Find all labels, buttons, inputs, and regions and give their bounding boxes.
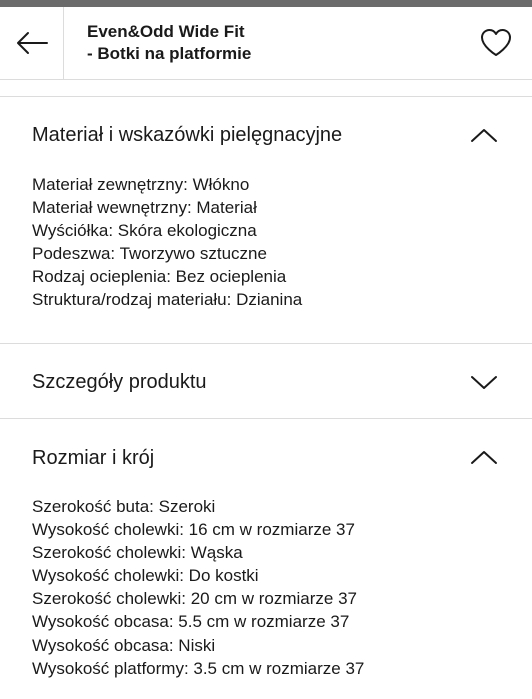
app-header: Even&Odd Wide Fit - Botki na platformie xyxy=(0,7,532,80)
heart-outline-icon xyxy=(481,29,511,56)
list-item: Struktura/rodzaj materiału: Dzianina xyxy=(32,290,303,310)
product-title-line2: - Botki na platformie xyxy=(87,44,252,63)
list-item: Podeszwa: Tworzywo sztuczne xyxy=(32,244,267,264)
favorite-button[interactable] xyxy=(474,21,518,65)
list-item: Wyściółka: Skóra ekologiczna xyxy=(32,221,257,241)
list-item: Wysokość cholewki: 16 cm w rozmiarze 37 xyxy=(32,520,355,540)
list-item: Wysokość obcasa: 5.5 cm w rozmiarze 37 xyxy=(32,612,350,632)
list-item: Wysokość platformy: 3.5 cm w rozmiarze 3… xyxy=(32,658,365,678)
list-item: Materiał zewnętrzny: Włókno xyxy=(32,175,250,194)
list-item: Wysokość obcasa: Niski xyxy=(32,635,216,655)
list-item: Materiał wewnętrzny: Materiał xyxy=(32,198,257,218)
product-title: Even&Odd Wide Fit - Botki na platformie xyxy=(87,21,447,65)
size-fit-details-list: Szerokość buta: Szeroki Wysokość cholewk… xyxy=(32,495,522,680)
list-item: Szerokość cholewki: Wąska xyxy=(32,543,243,563)
section-header-product-details[interactable]: Szczegóły produktu xyxy=(0,344,532,418)
section-header-material[interactable]: Materiał i wskazówki pielęgnacyjne xyxy=(0,97,532,171)
back-button[interactable] xyxy=(0,7,64,79)
section-title-material: Materiał i wskazówki pielęgnacyjne xyxy=(32,124,343,146)
chevron-down-icon[interactable] xyxy=(468,370,500,394)
arrow-left-icon xyxy=(16,32,48,54)
list-item: Szerokość buta: Szeroki xyxy=(32,497,216,516)
material-details-list: Materiał zewnętrzny: Włókno Materiał wew… xyxy=(32,173,522,312)
list-item: Wysokość cholewki: Do kostki xyxy=(32,566,259,586)
product-title-line1: Even&Odd Wide Fit xyxy=(87,22,245,41)
list-item: Rodzaj ocieplenia: Bez ocieplenia xyxy=(32,267,287,287)
section-title-product-details: Szczegóły produktu xyxy=(32,371,207,393)
section-header-size-fit[interactable]: Rozmiar i krój xyxy=(0,419,532,493)
chevron-up-icon[interactable] xyxy=(468,123,500,147)
status-strip xyxy=(0,0,532,7)
chevron-up-icon[interactable] xyxy=(468,445,500,469)
list-item: Szerokość cholewki: 20 cm w rozmiarze 37 xyxy=(32,589,358,609)
section-title-size-fit: Rozmiar i krój xyxy=(32,447,155,469)
